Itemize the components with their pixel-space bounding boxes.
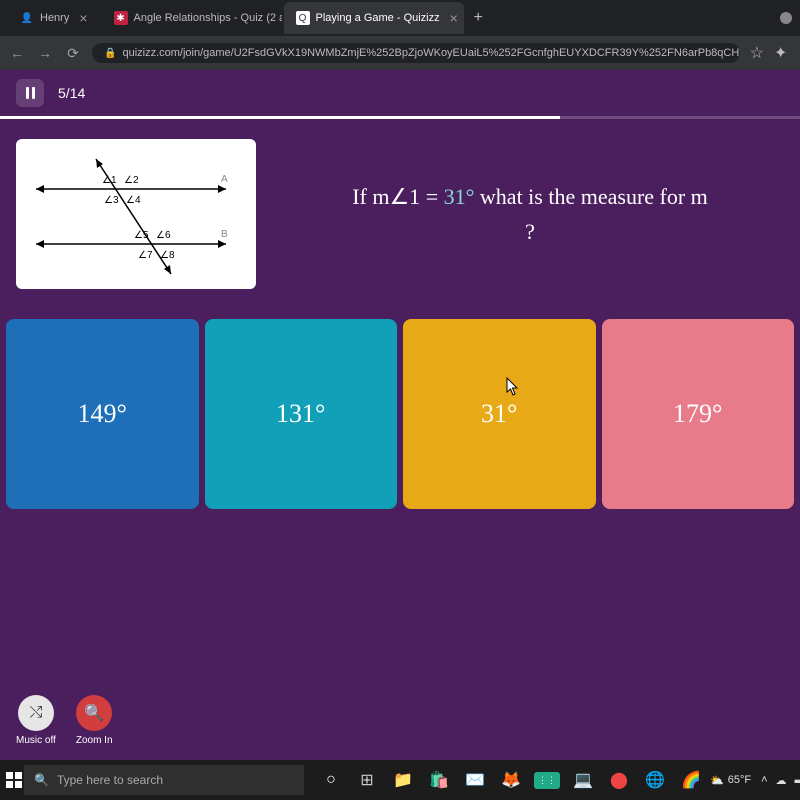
microsoft-store-icon[interactable]: 🛍️ xyxy=(422,765,456,795)
search-icon: 🔍 xyxy=(34,773,49,787)
answer-option-3[interactable]: 31° xyxy=(403,319,596,509)
reload-button[interactable]: ⟳ xyxy=(64,45,82,62)
zoom-in-button[interactable]: 🔍 Zoom In xyxy=(76,695,113,746)
person-icon: 👤 xyxy=(20,11,34,25)
svg-text:∠5: ∠5 xyxy=(134,230,149,241)
answer-option-4[interactable]: 179° xyxy=(602,319,795,509)
tab-label: Angle Relationships - Quiz (2 at xyxy=(134,12,282,24)
svg-text:∠6: ∠6 xyxy=(156,230,171,241)
weather-widget[interactable]: ⛅ 65°F xyxy=(710,774,751,787)
quiz-content: 5/14 ∠1 ∠2 ∠3 ∠4 xyxy=(0,70,800,760)
music-toggle[interactable]: ⤭ Music off xyxy=(16,695,56,746)
svg-text:∠1: ∠1 xyxy=(102,175,117,186)
start-button[interactable] xyxy=(6,764,22,796)
firefox-icon[interactable]: 🦊 xyxy=(494,765,528,795)
question-text: If m∠1 = 31° what is the measure for m? xyxy=(276,179,784,249)
shuffle-music-icon: ⤭ xyxy=(18,695,54,731)
mail-icon[interactable]: ✉️ xyxy=(458,765,492,795)
task-view-icon[interactable]: ⊞ xyxy=(350,765,384,795)
svg-text:∠8: ∠8 xyxy=(160,250,175,261)
chrome-icon[interactable]: 🌈 xyxy=(674,765,708,795)
window-controls xyxy=(780,12,792,24)
back-button[interactable]: ← xyxy=(8,45,26,61)
file-explorer-icon[interactable]: 📁 xyxy=(386,765,420,795)
laptop-icon[interactable]: 💻 xyxy=(566,765,600,795)
extensions-icon[interactable]: ✦ xyxy=(774,43,792,63)
search-placeholder: Type here to search xyxy=(57,773,163,787)
svg-text:∠7: ∠7 xyxy=(138,250,153,261)
svg-text:A: A xyxy=(221,174,228,185)
close-icon[interactable]: × xyxy=(450,10,458,26)
edge-icon[interactable]: 🌐 xyxy=(638,765,672,795)
tab-angle-relationships[interactable]: ✱ Angle Relationships - Quiz (2 at × xyxy=(102,2,282,34)
quizizz-favicon-icon: Q xyxy=(296,11,310,25)
tab-label: Henry xyxy=(40,12,69,24)
url-text: quizizz.com/join/game/U2FsdGVkX19NWMbZmj… xyxy=(122,47,739,59)
pause-button[interactable] xyxy=(16,79,44,107)
bookmark-star-icon[interactable]: ☆ xyxy=(750,43,764,63)
angle-diagram: ∠1 ∠2 ∠3 ∠4 ∠5 ∠6 ∠7 ∠8 A B xyxy=(16,139,256,289)
app-icon[interactable]: ⋮⋮ xyxy=(530,765,564,795)
question-progress: 5/14 xyxy=(58,85,85,101)
browser-tab-strip: 👤 Henry × ✱ Angle Relationships - Quiz (… xyxy=(0,0,800,36)
svg-text:B: B xyxy=(221,229,228,240)
forward-button[interactable]: → xyxy=(36,45,54,61)
close-icon[interactable]: × xyxy=(79,10,87,26)
magnify-plus-icon: 🔍 xyxy=(76,695,112,731)
answer-option-1[interactable]: 149° xyxy=(6,319,199,509)
battery-icon[interactable]: ▬ xyxy=(795,774,800,787)
answer-option-2[interactable]: 131° xyxy=(205,319,398,509)
tab-playing-game[interactable]: Q Playing a Game - Quizizz × xyxy=(284,2,464,34)
office-icon[interactable]: ⬤ xyxy=(602,765,636,795)
windows-taskbar: 🔍 Type here to search ○ ⊞ 📁 🛍️ ✉️ 🦊 ⋮⋮ 💻… xyxy=(0,760,800,800)
chevron-up-icon[interactable]: ˄ xyxy=(761,774,767,787)
tab-henry[interactable]: 👤 Henry × xyxy=(8,2,100,34)
tab-label: Playing a Game - Quizizz xyxy=(316,12,440,24)
svg-text:∠4: ∠4 xyxy=(126,195,141,206)
minimize-icon[interactable] xyxy=(780,12,792,24)
cloud-icon: ⛅ xyxy=(710,774,724,787)
svg-text:∠2: ∠2 xyxy=(124,175,139,186)
svg-text:∠3: ∠3 xyxy=(104,195,119,206)
pause-icon xyxy=(26,87,35,99)
cortana-icon[interactable]: ○ xyxy=(314,765,348,795)
url-input[interactable]: 🔒 quizizz.com/join/game/U2FsdGVkX19NWMbZ… xyxy=(92,43,740,63)
windows-logo-icon xyxy=(6,772,22,788)
onedrive-icon[interactable]: ☁ xyxy=(776,774,787,787)
quiz-favicon-icon: ✱ xyxy=(114,11,128,25)
address-bar: ← → ⟳ 🔒 quizizz.com/join/game/U2FsdGVkX1… xyxy=(0,36,800,70)
lock-icon: 🔒 xyxy=(104,48,116,59)
taskbar-search[interactable]: 🔍 Type here to search xyxy=(24,765,304,795)
answer-options: 149° 131° 31° 179° xyxy=(0,319,800,509)
new-tab-button[interactable]: + xyxy=(466,9,491,27)
